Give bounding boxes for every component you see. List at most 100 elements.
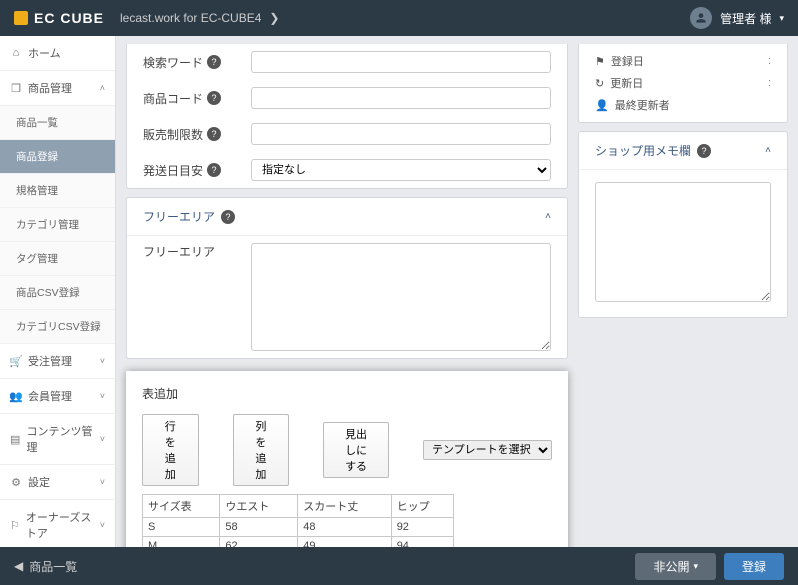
sidebar-sub-category-csv[interactable]: カテゴリCSV登録 [0,310,115,344]
meta-colon: : [768,55,771,67]
chevron-up-icon: ˄ [100,83,105,93]
chevron-up-icon: ˄ [765,145,771,156]
table-row: サイズ表 ウエスト スカート丈 ヒップ [143,495,454,518]
home-icon: ⌂ [10,47,22,59]
layout: ⌂ ホーム ❒ 商品管理 ˄ 商品一覧 商品登録 規格管理 カテゴリ管理 タグ管… [0,36,798,547]
delivery-date-select[interactable]: 指定なし [251,159,551,181]
label-freearea: フリーエリア [143,243,243,260]
flag-icon: ⚑ [595,55,605,68]
sale-limit-input[interactable] [251,123,551,145]
meta-last-editor: 👤 最終更新者 [595,94,771,116]
panel-freearea: フリーエリア ? ˄ フリーエリア [126,197,568,359]
table-cell[interactable]: 62 [220,537,298,548]
chevron-right-icon: ❯ [269,11,279,25]
label-text: フリーエリア [143,243,215,260]
chevron-up-icon: ˄ [545,211,551,222]
col-right: ⚑ 登録日 : ↻ 更新日 : 👤 最終更新者 [578,36,788,318]
sidebar-item-members[interactable]: 👥 会員管理 ˅ [0,379,115,414]
sidebar-sub-product-csv[interactable]: 商品CSV登録 [0,276,115,310]
caret-down-icon: ▾ [693,561,698,572]
help-icon[interactable]: ? [207,127,221,141]
sidebar-item-label: コンテンツ管理 [26,423,93,455]
label-text: 検索ワード [143,54,203,71]
tablebox-controls: 行を追加 列を追加 見出しにする テンプレートを選択 [142,414,552,486]
footer-actions: 非公開 ▾ 登録 [635,553,784,580]
help-icon[interactable]: ? [207,55,221,69]
meta-register-date: ⚑ 登録日 : [595,50,771,72]
sidebar-sub-spec[interactable]: 規格管理 [0,174,115,208]
freearea-textarea[interactable] [251,243,551,351]
sidebar-item-products[interactable]: ❒ 商品管理 ˄ [0,71,115,106]
row-search-word: 検索ワード ? [127,44,567,80]
template-select[interactable]: テンプレートを選択 [423,440,552,460]
table-cell[interactable]: 92 [391,518,453,537]
table-cell[interactable]: S [143,518,220,537]
sidebar-item-contents[interactable]: ▤ コンテンツ管理 ˅ [0,414,115,465]
footer-back-label: 商品一覧 [29,558,77,575]
help-icon[interactable]: ? [221,210,235,224]
footer: ◀ 商品一覧 非公開 ▾ 登録 [0,547,798,585]
meta-colon: : [768,77,771,89]
sidebar-sub-product-register[interactable]: 商品登録 [0,140,115,174]
sidebar-item-orders[interactable]: 🛒 受注管理 ˅ [0,344,115,379]
user-icon: 👤 [595,99,609,112]
chevron-down-icon: ˅ [100,520,105,530]
sidebar-item-label: タグ管理 [16,251,58,266]
label-delivery-date: 発送日目安 ? [143,162,243,179]
table-cell[interactable]: 48 [298,518,391,537]
shop-memo-body [579,170,787,317]
topbar: EC CUBE lecast.work for EC-CUBE4 ❯ 管理者 様… [0,0,798,36]
sidebar-sub-category[interactable]: カテゴリ管理 [0,208,115,242]
shop-memo-textarea[interactable] [595,182,771,302]
chevron-down-icon: ▾ [779,13,784,24]
user-name: 管理者 様 [720,10,771,27]
help-icon[interactable]: ? [207,163,221,177]
table-cell[interactable]: 58 [220,518,298,537]
table-cell[interactable]: M [143,537,220,548]
label-product-code: 商品コード ? [143,90,243,107]
table-header-cell[interactable]: スカート丈 [298,495,391,518]
table-add-box: 表追加 行を追加 列を追加 見出しにする テンプレートを選択 サイズ表 ウエスト [126,371,568,547]
size-table: サイズ表 ウエスト スカート丈 ヒップ S 58 48 92 M [142,494,454,547]
user-menu[interactable]: 管理者 様 ▾ [690,7,784,29]
search-word-input[interactable] [251,51,551,73]
cart-icon: 🛒 [10,355,22,368]
table-cell[interactable]: 94 [391,537,453,548]
arrow-left-icon: ◀ [14,559,23,573]
label-text: 商品コード [143,90,203,107]
add-row-button[interactable]: 行を追加 [142,414,199,486]
panel-meta: ⚑ 登録日 : ↻ 更新日 : 👤 最終更新者 [578,44,788,123]
users-icon: 👥 [10,390,22,403]
meta-label: 登録日 [611,53,762,69]
sidebar-item-owners-store[interactable]: ⚐ オーナーズストア ˅ [0,500,115,547]
panel-title: ショップ用メモ欄 [595,142,691,159]
table-header-cell[interactable]: ウエスト [220,495,298,518]
table-header-cell[interactable]: ヒップ [391,495,453,518]
row-freearea: フリーエリア [127,236,567,358]
meta-label: 最終更新者 [615,97,771,113]
help-icon[interactable]: ? [207,91,221,105]
private-button[interactable]: 非公開 ▾ [635,553,716,580]
logo[interactable]: EC CUBE [14,10,104,26]
make-heading-button[interactable]: 見出しにする [323,422,389,478]
sidebar-item-settings[interactable]: ⚙ 設定 ˅ [0,465,115,500]
add-col-button[interactable]: 列を追加 [233,414,290,486]
submit-button[interactable]: 登録 [724,553,784,580]
topbar-left: EC CUBE lecast.work for EC-CUBE4 ❯ [14,10,279,26]
gear-icon: ⚙ [10,476,22,489]
footer-back-link[interactable]: ◀ 商品一覧 [14,558,77,575]
product-code-input[interactable] [251,87,551,109]
button-label: 非公開 [653,558,689,575]
panel-head-freearea[interactable]: フリーエリア ? ˄ [127,198,567,236]
sidebar: ⌂ ホーム ❒ 商品管理 ˄ 商品一覧 商品登録 規格管理 カテゴリ管理 タグ管… [0,36,116,547]
breadcrumb[interactable]: lecast.work for EC-CUBE4 ❯ [120,11,279,25]
sidebar-sub-product-list[interactable]: 商品一覧 [0,106,115,140]
panel-head-shop-memo[interactable]: ショップ用メモ欄 ? ˄ [579,132,787,170]
table-cell[interactable]: 49 [298,537,391,548]
chevron-down-icon: ˅ [100,434,105,444]
sidebar-sub-tag[interactable]: タグ管理 [0,242,115,276]
sidebar-item-home[interactable]: ⌂ ホーム [0,36,115,71]
sidebar-item-label: 商品一覧 [16,115,58,130]
help-icon[interactable]: ? [697,144,711,158]
table-header-cell[interactable]: サイズ表 [143,495,220,518]
